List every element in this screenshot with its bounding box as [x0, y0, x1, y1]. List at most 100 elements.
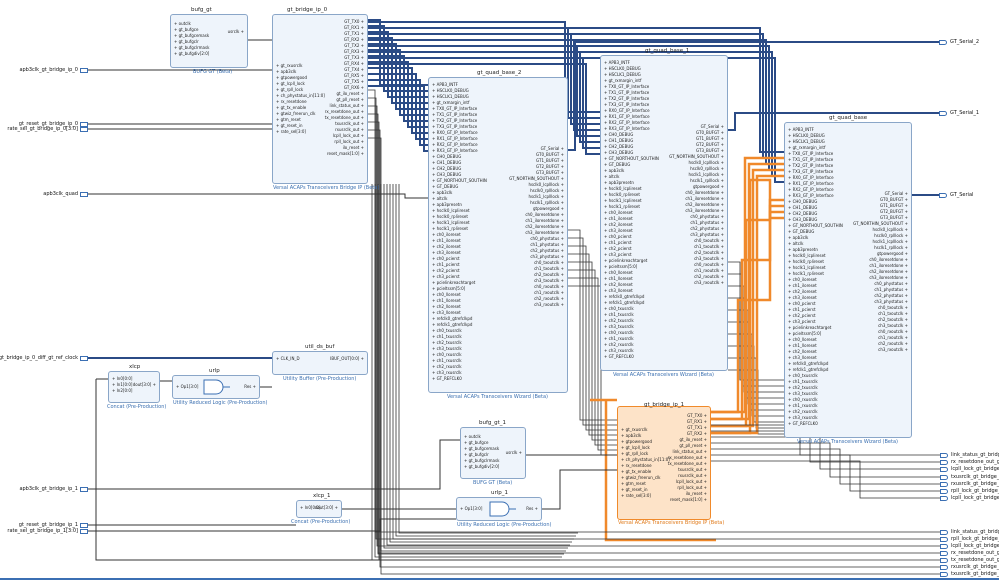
block-port-out[interactable]: usrclk + [506, 450, 522, 456]
external-port-apb3clk-gt-bridge-ip-1[interactable]: apb3clk_gt_bridge_ip_1 [19, 486, 78, 492]
block-port-in[interactable]: + GT_REFCLK0 [604, 354, 659, 360]
block-port-in[interactable]: + rate_sel[3:0] [621, 493, 670, 499]
external-port-r6[interactable]: lcpll_lock_gt_bridge_ [951, 495, 999, 501]
port-pin-icon[interactable] [940, 475, 948, 480]
block-port-out[interactable]: dout[3:0] + [133, 382, 156, 388]
port-pin-icon[interactable] [80, 127, 88, 132]
port-pin-icon[interactable] [940, 467, 948, 472]
port-pin-icon[interactable] [939, 40, 947, 45]
block-port-out[interactable]: usrclk + [228, 29, 244, 35]
port-pin-icon[interactable] [940, 558, 948, 563]
external-port-gt-serial[interactable]: GT_Serial [950, 192, 973, 198]
block-port-in[interactable]: + In2[0:0] [112, 388, 132, 394]
external-port-rate-sel-gt-bridge-ip-1[interactable]: rate_sel_gt_bridge_ip_1[3:0] [7, 528, 78, 534]
block-port-out[interactable]: ch3_rxoutclk + [853, 347, 908, 353]
external-port-r12[interactable]: rxusrclk_gt_bridge_i [951, 564, 999, 570]
block-footer: Utility Reduced Logic (Pre-Production) [173, 400, 268, 406]
block-title: gt_quad_base_2 [477, 70, 522, 76]
wire [711, 454, 940, 492]
block-title: xlcp [129, 364, 141, 370]
external-port-r8[interactable]: rpll_lock_gt_bridge_i [951, 536, 999, 542]
external-port-gt-bridge-ip-0-diff-gt-ref-clock[interactable]: gt_bridge_ip_0_diff_gt_ref_clock [0, 355, 78, 361]
port-pin-icon[interactable] [939, 193, 947, 198]
external-port-r7[interactable]: link_status_gt_bridge [951, 529, 999, 535]
block-xlcp[interactable]: xlcp + In0[0:0] + In1[0:0] + In2[0:0] dout… [107, 364, 166, 410]
port-pin-icon[interactable] [940, 489, 948, 494]
external-port-r3[interactable]: txusrclk_gt_bridge_i [951, 474, 999, 480]
block-gt-quad-base[interactable]: gt_quad_base + APB3_INTF + HSCLK0_DEBUG + … [784, 115, 912, 445]
block-port-in[interactable]: + gt_bufgdiv[2:0] [174, 51, 209, 57]
external-port-r1[interactable]: rx_resetdone_out_gt [951, 459, 999, 465]
port-pin-icon[interactable] [940, 551, 948, 556]
block-bufg-gt[interactable]: bufg_gt + outclk + gt_bufgce + gt_bufgcema… [170, 7, 248, 75]
block-port-out[interactable]: IBUF_OUT[0:0] + [330, 356, 364, 362]
port-pin-icon[interactable] [80, 487, 88, 492]
port-pin-icon[interactable] [940, 496, 948, 501]
block-port-in[interactable]: + rate_sel[3:0] [276, 129, 325, 135]
block-port-in[interactable]: + Op1[3:0] [460, 506, 482, 512]
block-gt-bridge-ip-1[interactable]: gt_bridge_ip_1 + gt_rxusrclk + apb3clk + g… [617, 402, 724, 526]
block-gt-bridge-ip-0[interactable]: gt_bridge_ip_0 + gt_rxusrclk + apb3clk + g… [272, 7, 379, 191]
block-footer: BUFG GT (Beta) [193, 69, 233, 75]
external-port-r5[interactable]: rpll_lock_gt_bridge_i [951, 488, 999, 494]
port-pin-icon[interactable] [80, 68, 88, 73]
block-gt-quad-base-1[interactable]: gt_quad_base_1 + APB3_INTF + HSCLK0_DEBUG… [600, 48, 728, 378]
port-pin-icon[interactable] [940, 572, 948, 577]
port-pin-icon[interactable] [940, 482, 948, 487]
external-port-apb3clk-gt-bridge-ip-0[interactable]: apb3clk_gt_bridge_ip_0 [19, 67, 78, 73]
port-pin-icon[interactable] [940, 530, 948, 535]
block-port-out[interactable]: ch3_rxoutclk + [509, 302, 564, 308]
block-port-in[interactable]: + GT_REFCLK0 [432, 376, 487, 382]
port-pin-icon[interactable] [80, 523, 88, 528]
block-port-out[interactable]: ch3_rxoutclk + [669, 280, 724, 286]
and-gate-icon [203, 379, 230, 395]
block-port-out[interactable]: reset_mask[1:0] + [668, 497, 707, 503]
block-footer: Concat (Pre-Production) [291, 519, 351, 525]
block-title: xlcp_1 [313, 493, 331, 499]
block-footer: Utility Reduced Logic (Pre-Production) [457, 522, 552, 528]
wire [711, 442, 940, 478]
external-port-r0[interactable]: link_status_gt_bridge [951, 452, 999, 458]
external-port-rate-sel-gt-bridge-ip-0[interactable]: rate_sel_gt_bridge_ip_0[3:0] [7, 126, 78, 132]
port-pin-icon[interactable] [940, 460, 948, 465]
block-port-in[interactable]: + gt_bufgdiv[2:0] [464, 464, 499, 470]
block-title: urlp_1 [491, 490, 509, 496]
port-pin-icon[interactable] [80, 529, 88, 534]
block-port-in[interactable]: + CLK_IN_D [276, 356, 300, 362]
external-port-r10[interactable]: rx_resetdone_out_gt [951, 550, 999, 556]
and-gate-icon [489, 501, 516, 517]
block-footer: Versal ACAPs Transceivers Wizard (Beta) [447, 394, 548, 400]
block-footer: BUFG GT (Beta) [473, 480, 513, 486]
block-port-out[interactable]: Res + [526, 506, 538, 512]
block-gt-quad-base-2[interactable]: gt_quad_base_2 + APB3_INTF + HSCLK0_DEBUG… [428, 70, 568, 400]
port-pin-icon[interactable] [940, 453, 948, 458]
external-port-gt-serial-1[interactable]: GT_Serial_1 [950, 110, 979, 116]
external-port-r2[interactable]: lcpll_lock_gt_bridge_ [951, 466, 999, 472]
block-title: gt_quad_base [829, 115, 868, 121]
block-port-out[interactable]: dout[3:0] + [315, 505, 338, 511]
block-bufg-gt-1[interactable]: bufg_gt_1 + outclk + gt_bufgce + gt_bufgce… [460, 420, 526, 486]
port-pin-icon[interactable] [940, 565, 948, 570]
block-title: gt_quad_base_1 [645, 48, 690, 54]
block-port-in[interactable]: + GT_REFCLK0 [788, 421, 843, 427]
block-port-out[interactable]: Res + [244, 384, 256, 390]
external-port-r13[interactable]: txusrclk_gt_bridge_i [951, 571, 999, 577]
port-pin-icon[interactable] [80, 192, 88, 197]
port-pin-icon[interactable] [80, 356, 88, 361]
block-util-ds-buf[interactable]: util_ds_buf + CLK_IN_D IBUF_OUT[0:0] + U… [272, 344, 368, 382]
block-footer: Versal ACAPs Transceivers Wizard (Beta) [613, 372, 714, 378]
block-title: gt_bridge_ip_0 [287, 7, 328, 13]
block-port-out[interactable]: reset_mask[1:0] + [325, 151, 364, 157]
block-port-in[interactable]: + Op1[3:0] [176, 384, 198, 390]
external-port-apb3clk-quad[interactable]: apb3clk_quad [43, 191, 78, 197]
block-xlcp-1[interactable]: xlcp_1 + In0[0:0] dout[3:0] + Concat (Pr… [291, 493, 350, 525]
port-pin-icon[interactable] [939, 111, 947, 116]
block-footer: Versal ACAPs Transceivers Wizard (Beta) [797, 439, 898, 445]
port-pin-icon[interactable] [940, 537, 948, 542]
port-pin-icon[interactable] [940, 544, 948, 549]
external-port-r4[interactable]: rxusrclk_gt_bridge_i [951, 481, 999, 487]
wire [88, 439, 460, 490]
external-port-r11[interactable]: tx_resetdone_out_gt [951, 557, 999, 563]
external-port-r9[interactable]: lcpll_lock_gt_bridge_ [951, 543, 999, 549]
external-port-gt-serial-2[interactable]: GT_Serial_2 [950, 39, 979, 45]
